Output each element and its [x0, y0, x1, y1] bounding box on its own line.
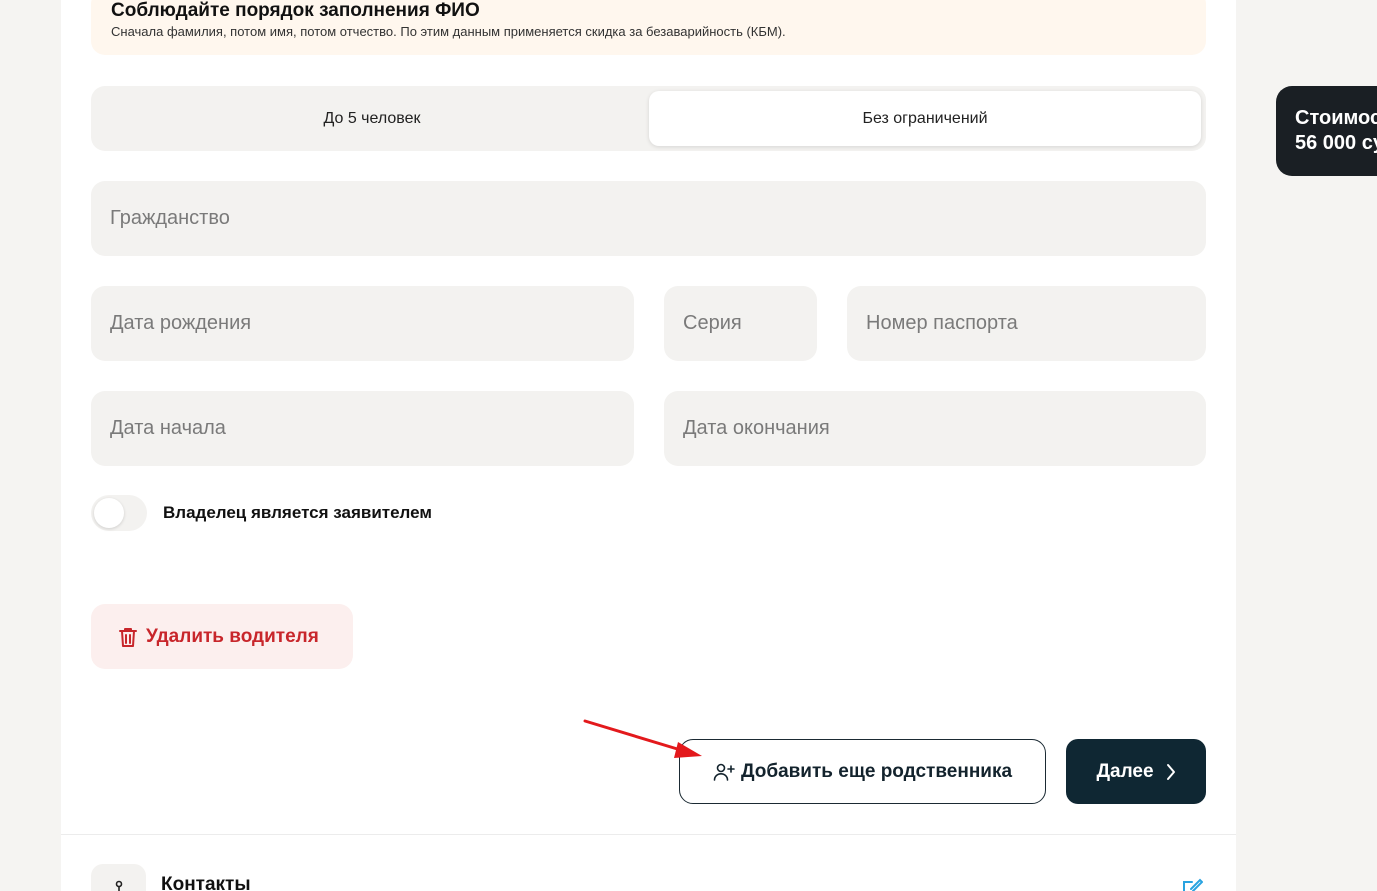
price-value: 56 000 су: [1295, 132, 1377, 154]
tab-unlimited[interactable]: Без ограничений: [649, 91, 1201, 146]
delete-driver-label: Удалить водителя: [146, 625, 319, 647]
price-label: Стоимос: [1295, 107, 1377, 129]
citizenship-field[interactable]: Гражданство: [91, 181, 1206, 256]
contacts-icon-box: [91, 864, 146, 891]
edit-icon[interactable]: [1181, 877, 1203, 891]
fio-order-notice: Соблюдайте порядок заполнения ФИО Сначал…: [91, 0, 1206, 55]
price-summary-panel: Стоимос 56 000 су: [1276, 86, 1377, 176]
owner-is-applicant-toggle[interactable]: [91, 495, 147, 531]
chevron-right-icon: [1166, 763, 1175, 780]
birth-date-field[interactable]: Дата рождения: [91, 286, 634, 361]
passport-number-field[interactable]: Номер паспорта: [847, 286, 1206, 361]
end-date-field[interactable]: Дата окончания: [664, 391, 1206, 466]
delete-driver-button[interactable]: Удалить водителя: [91, 604, 353, 669]
tab-up-to-5-people[interactable]: До 5 человек: [96, 91, 648, 146]
owner-is-applicant-label: Владелец является заявителем: [163, 503, 432, 522]
user-plus-icon: [713, 763, 735, 781]
next-label: Далее: [1096, 760, 1154, 782]
start-date-field[interactable]: Дата начала: [91, 391, 634, 466]
add-relative-button[interactable]: Добавить еще родственника: [679, 739, 1046, 804]
driver-limit-switch: До 5 человек Без ограничений: [91, 86, 1206, 151]
add-relative-label: Добавить еще родственника: [740, 760, 1013, 782]
location-pin-icon: [115, 880, 122, 891]
section-divider: [61, 834, 1236, 835]
contacts-section-title: Контакты: [161, 874, 251, 891]
owner-is-applicant-row: Владелец является заявителем: [91, 495, 432, 531]
toggle-knob: [94, 498, 124, 528]
notice-title: Соблюдайте порядок заполнения ФИО: [111, 0, 480, 21]
trash-icon: [119, 627, 137, 647]
notice-text: Сначала фамилия, потом имя, потом отчест…: [111, 24, 786, 39]
passport-series-field[interactable]: Серия: [664, 286, 817, 361]
next-button[interactable]: Далее: [1066, 739, 1206, 804]
